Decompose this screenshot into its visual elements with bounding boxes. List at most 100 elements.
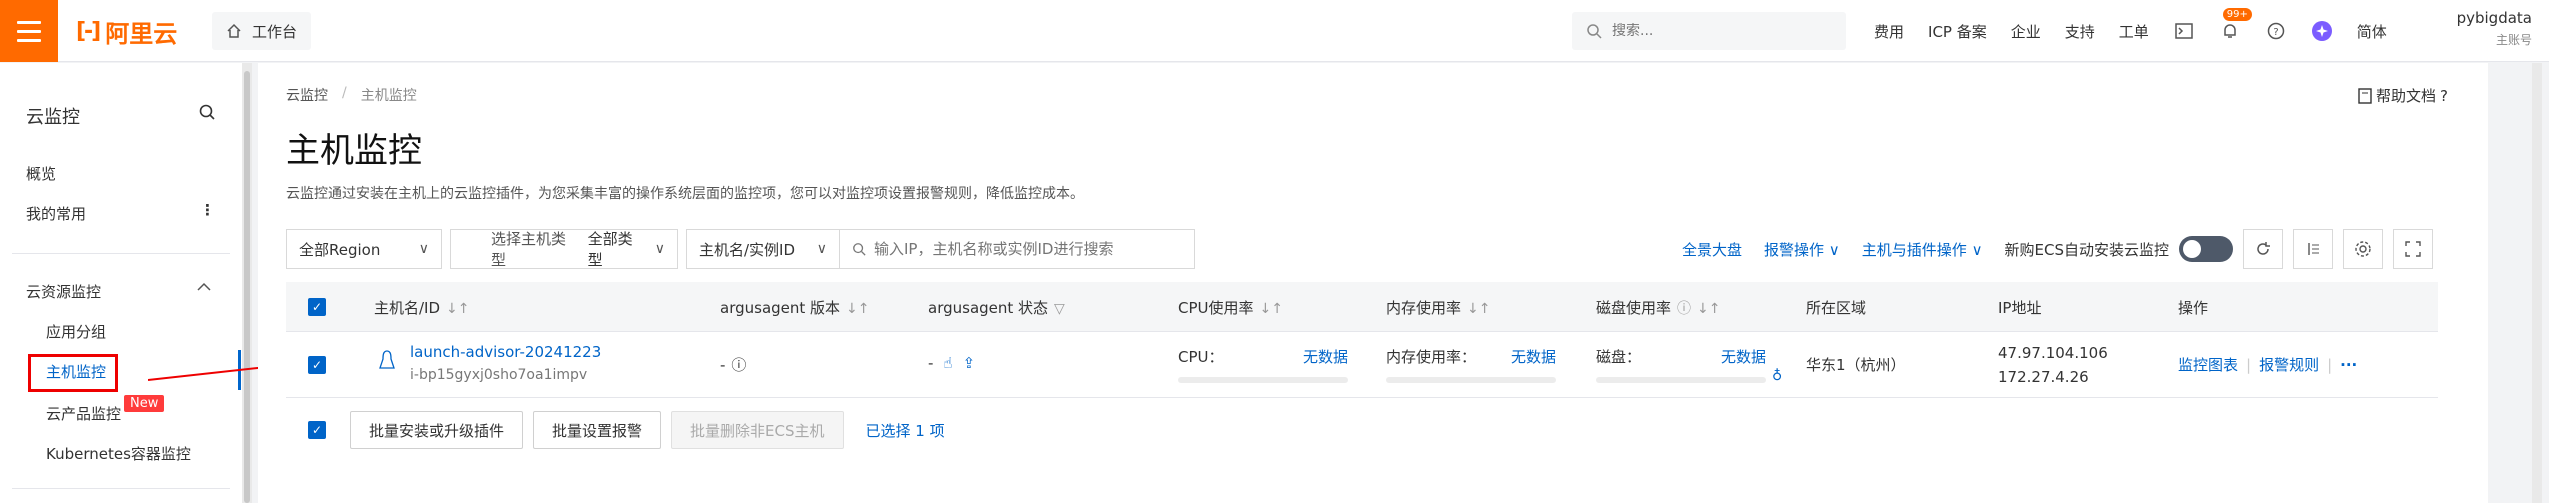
name-filter-select[interactable]: 主机名/实例ID ∨ bbox=[686, 229, 840, 269]
more-actions-icon[interactable]: ··· bbox=[2340, 356, 2357, 374]
workbench-label: 工作台 bbox=[252, 22, 298, 41]
agent-status-cell: - ☝ ⇪ bbox=[928, 354, 975, 372]
header-memory-label: 内存使用率 bbox=[1386, 299, 1462, 317]
op-divider: | bbox=[2246, 355, 2252, 374]
cpu-value: 无数据 bbox=[1302, 348, 1348, 366]
alarm-ops-dropdown[interactable]: 报警操作 ∨ bbox=[1764, 239, 1840, 260]
page-scrollbar[interactable] bbox=[2532, 63, 2542, 503]
sidebar-item-kubernetes[interactable]: Kubernetes容器监控 bbox=[46, 443, 191, 464]
more-vertical-icon[interactable]: ⋮ bbox=[200, 201, 215, 219]
sort-icon: ↓↑ bbox=[1697, 301, 1721, 317]
settings-button[interactable] bbox=[2343, 229, 2384, 269]
bulb-icon[interactable]: ♁ bbox=[1772, 368, 1782, 384]
region-select-value: 全部Region bbox=[299, 240, 381, 259]
top-link-ticket[interactable]: 工单 bbox=[2119, 21, 2149, 42]
host-table: ✓ 主机名/ID ↓↑ argusagent 版本 ↓↑ argusagent 状态… bbox=[286, 282, 2438, 462]
host-search-input[interactable] bbox=[874, 240, 1174, 258]
aliyun-logo[interactable]: [-] 阿里云 bbox=[76, 16, 178, 48]
global-search-input[interactable] bbox=[1612, 23, 1812, 39]
help-circle-icon[interactable]: ? bbox=[2265, 20, 2287, 42]
batch-actions: 批量安装或升级插件 批量设置报警 批量删除非ECS主机 已选择 1 项 bbox=[350, 411, 945, 449]
operations-cell: 监控图表 | 报警规则 | ··· bbox=[2178, 354, 2357, 375]
top-link-icp[interactable]: ICP 备案 bbox=[1928, 21, 1987, 42]
header-host-name[interactable]: 主机名/ID ↓↑ bbox=[374, 297, 470, 318]
host-name-link[interactable]: launch-advisor-20241223 bbox=[410, 343, 601, 361]
ai-assistant-icon[interactable] bbox=[2311, 20, 2333, 42]
alarm-rules-link[interactable]: 报警规则 bbox=[2259, 354, 2319, 375]
header-cpu[interactable]: CPU使用率 ↓↑ bbox=[1178, 297, 1283, 318]
hand-pointer-icon[interactable]: ☝ bbox=[943, 354, 952, 372]
top-link-billing[interactable]: 费用 bbox=[1874, 21, 1904, 42]
info-circle-icon[interactable]: ⓘ bbox=[731, 354, 746, 375]
page-description: 云监控通过安装在主机上的云监控插件，为您采集丰富的操作系统层面的监控项，您可以对… bbox=[286, 186, 1084, 202]
host-type-value: 全部类型 bbox=[587, 230, 633, 269]
batch-delete-button[interactable]: 批量删除非ECS主机 bbox=[671, 411, 844, 449]
disk-label: 磁盘： bbox=[1596, 348, 1642, 366]
batch-install-button[interactable]: 批量安装或升级插件 bbox=[350, 411, 524, 449]
table-header: ✓ 主机名/ID ↓↑ argusagent 版本 ↓↑ argusagent 状态… bbox=[286, 282, 2438, 332]
new-badge: New bbox=[124, 395, 165, 412]
sidebar-search-icon[interactable] bbox=[198, 103, 216, 125]
auto-install-label: 新购ECS自动安装云监控 bbox=[2004, 240, 2170, 259]
auto-install-toggle[interactable] bbox=[2179, 236, 2234, 262]
host-name-cell: launch-advisor-20241223 i-bp15gyxj0sho7o… bbox=[410, 343, 601, 383]
top-link-support[interactable]: 支持 bbox=[2065, 21, 2095, 42]
header-disk[interactable]: 磁盘使用率 ⓘ ↓↑ bbox=[1596, 297, 1720, 318]
chevron-up-icon[interactable] bbox=[196, 279, 212, 297]
cpu-progress-bar bbox=[1178, 377, 1348, 383]
host-type-select[interactable]: 选择主机类型 全部类型 ∨ bbox=[450, 229, 678, 269]
select-all-checkbox[interactable]: ✓ bbox=[308, 298, 326, 316]
active-indicator bbox=[238, 350, 241, 390]
header-memory[interactable]: 内存使用率 ↓↑ bbox=[1386, 297, 1490, 318]
sidebar-item-cloud-product[interactable]: 云产品监控 bbox=[46, 403, 121, 424]
main-scrollbar[interactable] bbox=[2488, 63, 2500, 503]
header-agent-version[interactable]: argusagent 版本 ↓↑ bbox=[720, 297, 870, 318]
doc-icon bbox=[2358, 87, 2372, 104]
sidebar-item-favorites[interactable]: 我的常用 bbox=[26, 203, 86, 224]
ip-public: 47.97.104.106 bbox=[1998, 344, 2108, 362]
sidebar-section-cloud-resource[interactable]: 云资源监控 bbox=[26, 281, 101, 302]
sidebar-item-app-group[interactable]: 应用分组 bbox=[46, 321, 106, 342]
hamburger-menu-button[interactable] bbox=[0, 0, 58, 62]
region-cell: 华东1（杭州） bbox=[1806, 356, 1906, 374]
global-search[interactable] bbox=[1572, 12, 1846, 50]
terminal-icon[interactable] bbox=[2173, 20, 2195, 42]
disk-value: 无数据 bbox=[1720, 348, 1766, 366]
language-switch[interactable]: 简体 bbox=[2357, 21, 2387, 42]
sidebar-scrollbar[interactable] bbox=[242, 63, 252, 503]
batch-alarm-button[interactable]: 批量设置报警 bbox=[533, 411, 662, 449]
bell-icon[interactable]: 99+ bbox=[2219, 8, 2252, 42]
memory-progress-bar bbox=[1386, 377, 1556, 383]
sidebar-divider-bottom bbox=[12, 488, 230, 489]
region-select[interactable]: 全部Region ∨ bbox=[286, 229, 442, 269]
row-checkbox[interactable]: ✓ bbox=[308, 356, 326, 374]
sidebar-title: 云监控 bbox=[26, 107, 80, 128]
logo-text: 阿里云 bbox=[105, 19, 178, 48]
host-plugin-ops-dropdown[interactable]: 主机与插件操作 ∨ bbox=[1862, 239, 1983, 260]
monitor-chart-link[interactable]: 监控图表 bbox=[2178, 354, 2238, 375]
top-link-enterprise[interactable]: 企业 bbox=[2011, 21, 2041, 42]
header-agent-status[interactable]: argusagent 状态 ▽ bbox=[928, 297, 1065, 318]
refresh-icon bbox=[2257, 242, 2271, 255]
help-doc-link[interactable]: 帮助文档 ? bbox=[2358, 85, 2448, 106]
refresh-button[interactable] bbox=[2243, 229, 2284, 269]
breadcrumb: 云监控 / 主机监控 bbox=[286, 85, 417, 105]
sort-icon: ↓↑ bbox=[1259, 301, 1283, 317]
dashboard-link[interactable]: 全景大盘 bbox=[1682, 239, 1742, 260]
ip-private: 172.27.4.26 bbox=[1998, 368, 2089, 386]
table-row: ✓ launch-advisor-20241223 i-bp15gyxj0sho… bbox=[286, 332, 2438, 398]
user-account[interactable]: pybigdata 主账号 bbox=[2418, 9, 2532, 48]
column-settings-button[interactable] bbox=[2293, 229, 2334, 269]
fullscreen-button[interactable] bbox=[2393, 229, 2434, 269]
sidebar-divider bbox=[12, 253, 230, 254]
sidebar-item-overview[interactable]: 概览 bbox=[26, 163, 56, 184]
workbench-button[interactable]: 工作台 bbox=[212, 12, 312, 50]
upload-icon[interactable]: ⇪ bbox=[963, 354, 976, 372]
footer-select-checkbox[interactable]: ✓ bbox=[308, 421, 326, 439]
breadcrumb-item-cloud-monitor[interactable]: 云监控 bbox=[286, 85, 328, 105]
sort-icon: ↓↑ bbox=[446, 301, 470, 317]
memory-label: 内存使用率： bbox=[1386, 348, 1477, 366]
sort-icon: ↓↑ bbox=[846, 301, 870, 317]
host-search-box[interactable] bbox=[839, 229, 1195, 269]
help-doc-label: 帮助文档 bbox=[2376, 87, 2437, 105]
